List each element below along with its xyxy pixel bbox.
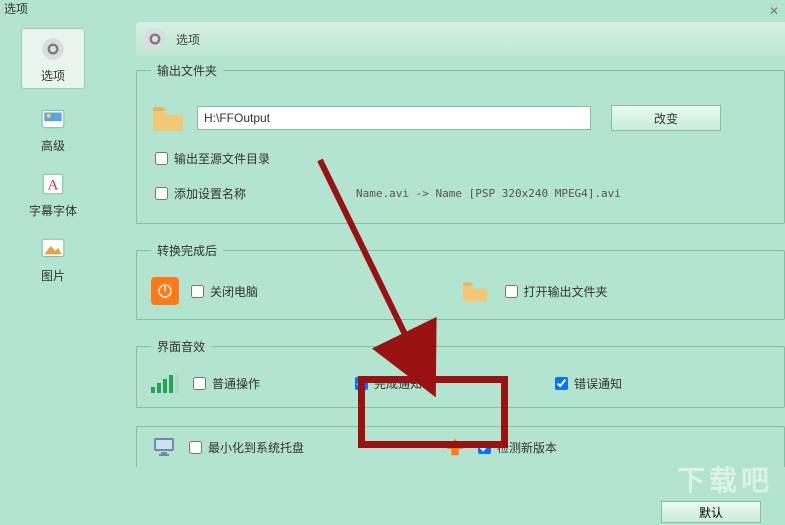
checkbox-label: 打开输出文件夹 — [524, 283, 608, 300]
sidebar-item-options[interactable]: 选项 — [8, 28, 98, 89]
change-button[interactable]: 改变 — [611, 105, 721, 131]
font-icon: A — [37, 168, 69, 200]
image-icon — [37, 233, 69, 265]
default-button[interactable]: 默认 — [661, 501, 761, 523]
checkbox-label: 错误通知 — [574, 375, 622, 392]
svg-text:A: A — [48, 176, 59, 193]
checkbox-label: 关闭电脑 — [210, 283, 258, 300]
group-after-convert: 转换完成后 关闭电脑 打开输出文件夹 — [136, 242, 785, 320]
checkbox-input[interactable] — [191, 285, 204, 298]
sidebar: 选项 高级 A 字幕字体 图片 — [8, 22, 98, 298]
close-icon[interactable]: ✕ — [769, 2, 779, 20]
sound-bars-icon — [151, 373, 179, 393]
sidebar-item-subtitle-font[interactable]: A 字幕字体 — [8, 168, 98, 219]
sidebar-item-label: 图片 — [8, 267, 98, 284]
group-output-folder: 输出文件夹 改变 输出至源文件目录 添加设置名称 Name.avi -> Nam… — [136, 62, 785, 224]
gear-icon — [142, 26, 168, 52]
checkbox-input[interactable] — [189, 441, 202, 454]
checkbox-input[interactable] — [155, 187, 168, 200]
checkbox-label: 添加设置名称 — [174, 185, 246, 202]
gear-icon — [37, 33, 69, 65]
monitor-icon — [151, 435, 177, 459]
checkbox-label: 普通操作 — [212, 375, 260, 392]
arrow-up-icon — [444, 436, 466, 458]
checkbox-sound-done[interactable]: 完成通知 — [351, 374, 422, 393]
checkbox-shutdown[interactable]: 关闭电脑 — [187, 282, 258, 301]
folder-open-icon — [461, 278, 489, 304]
group-legend: 转换完成后 — [151, 242, 223, 259]
checkbox-sound-error[interactable]: 错误通知 — [551, 374, 622, 393]
misc-row: 最小化到系统托盘 检测新版本 — [136, 426, 785, 467]
checkbox-add-setting-name[interactable]: 添加设置名称 — [151, 184, 246, 203]
sidebar-item-advanced[interactable]: 高级 — [8, 103, 98, 154]
checkbox-output-to-source[interactable]: 输出至源文件目录 — [151, 149, 270, 168]
checkbox-check-update[interactable]: 检测新版本 — [474, 438, 557, 457]
sidebar-item-image[interactable]: 图片 — [8, 233, 98, 284]
checkbox-input[interactable] — [155, 152, 168, 165]
window-title: 选项 — [4, 2, 28, 16]
checkbox-label: 输出至源文件目录 — [174, 150, 270, 167]
checkbox-minimize-to-tray[interactable]: 最小化到系统托盘 — [185, 438, 304, 457]
checkbox-input[interactable] — [478, 441, 491, 454]
page-title: 选项 — [176, 31, 200, 48]
checkbox-sound-normal[interactable]: 普通操作 — [189, 374, 260, 393]
group-legend: 输出文件夹 — [151, 62, 223, 79]
group-ui-sound: 界面音效 普通操作 完成通知 错误通知 — [136, 338, 785, 408]
checkbox-input[interactable] — [555, 377, 568, 390]
group-legend: 界面音效 — [151, 338, 211, 355]
sidebar-item-label: 高级 — [8, 137, 98, 154]
checkbox-label: 最小化到系统托盘 — [208, 439, 304, 456]
checkbox-input[interactable] — [505, 285, 518, 298]
folder-icon — [151, 103, 185, 133]
checkbox-label: 完成通知 — [374, 375, 422, 392]
page-header: 选项 — [136, 22, 785, 56]
power-icon — [151, 277, 179, 305]
checkbox-input[interactable] — [193, 377, 206, 390]
checkbox-input[interactable] — [355, 377, 368, 390]
window-titlebar: 选项 ✕ — [0, 0, 785, 18]
content: 输出文件夹 改变 输出至源文件目录 添加设置名称 Name.avi -> Nam… — [136, 62, 785, 467]
output-path-input[interactable] — [197, 106, 591, 130]
naming-hint: Name.avi -> Name [PSP 320x240 MPEG4].avi — [356, 187, 621, 200]
sidebar-item-label: 字幕字体 — [8, 202, 98, 219]
picture-icon — [37, 103, 69, 135]
checkbox-open-output-folder[interactable]: 打开输出文件夹 — [501, 282, 608, 301]
checkbox-label: 检测新版本 — [497, 439, 557, 456]
sidebar-item-label: 选项 — [28, 67, 78, 84]
